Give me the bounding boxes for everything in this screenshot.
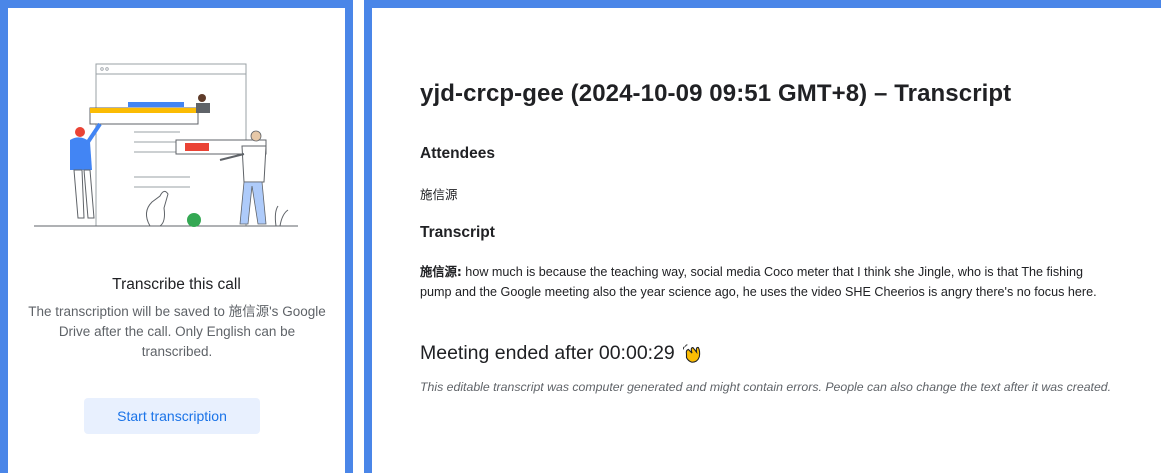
transcription-panel-frame: Transcribe this call The transcription w… xyxy=(0,0,353,473)
start-transcription-button[interactable]: Start transcription xyxy=(84,398,260,434)
document-title: yjd-crcp-gee (2024-10-09 09:51 GMT+8) – … xyxy=(420,80,1012,107)
transcript-text: how much is because the teaching way, so… xyxy=(420,265,1097,299)
transcript-document-frame: yjd-crcp-gee (2024-10-09 09:51 GMT+8) – … xyxy=(364,0,1161,473)
waving-hand-icon xyxy=(682,343,700,363)
disclaimer-text: This editable transcript was computer ge… xyxy=(420,380,1112,394)
transcript-document: yjd-crcp-gee (2024-10-09 09:51 GMT+8) – … xyxy=(372,8,1161,473)
transcription-panel: Transcribe this call The transcription w… xyxy=(8,8,345,473)
meeting-ended-text: Meeting ended after 00:00:29 xyxy=(420,342,675,364)
attendee-name: 施信源 xyxy=(420,187,458,202)
transcript-body: 施信源: how much is because the teaching wa… xyxy=(420,263,1110,302)
transcription-illustration xyxy=(34,63,298,227)
meeting-ended: Meeting ended after 00:00:29 xyxy=(420,342,703,365)
speaker-name: 施信源: xyxy=(420,265,462,279)
transcript-heading: Transcript xyxy=(420,224,495,241)
attendees-heading: Attendees xyxy=(420,145,495,162)
transcribe-description: The transcription will be saved to 施信源's… xyxy=(28,304,326,359)
transcribe-heading: Transcribe this call xyxy=(112,276,241,293)
